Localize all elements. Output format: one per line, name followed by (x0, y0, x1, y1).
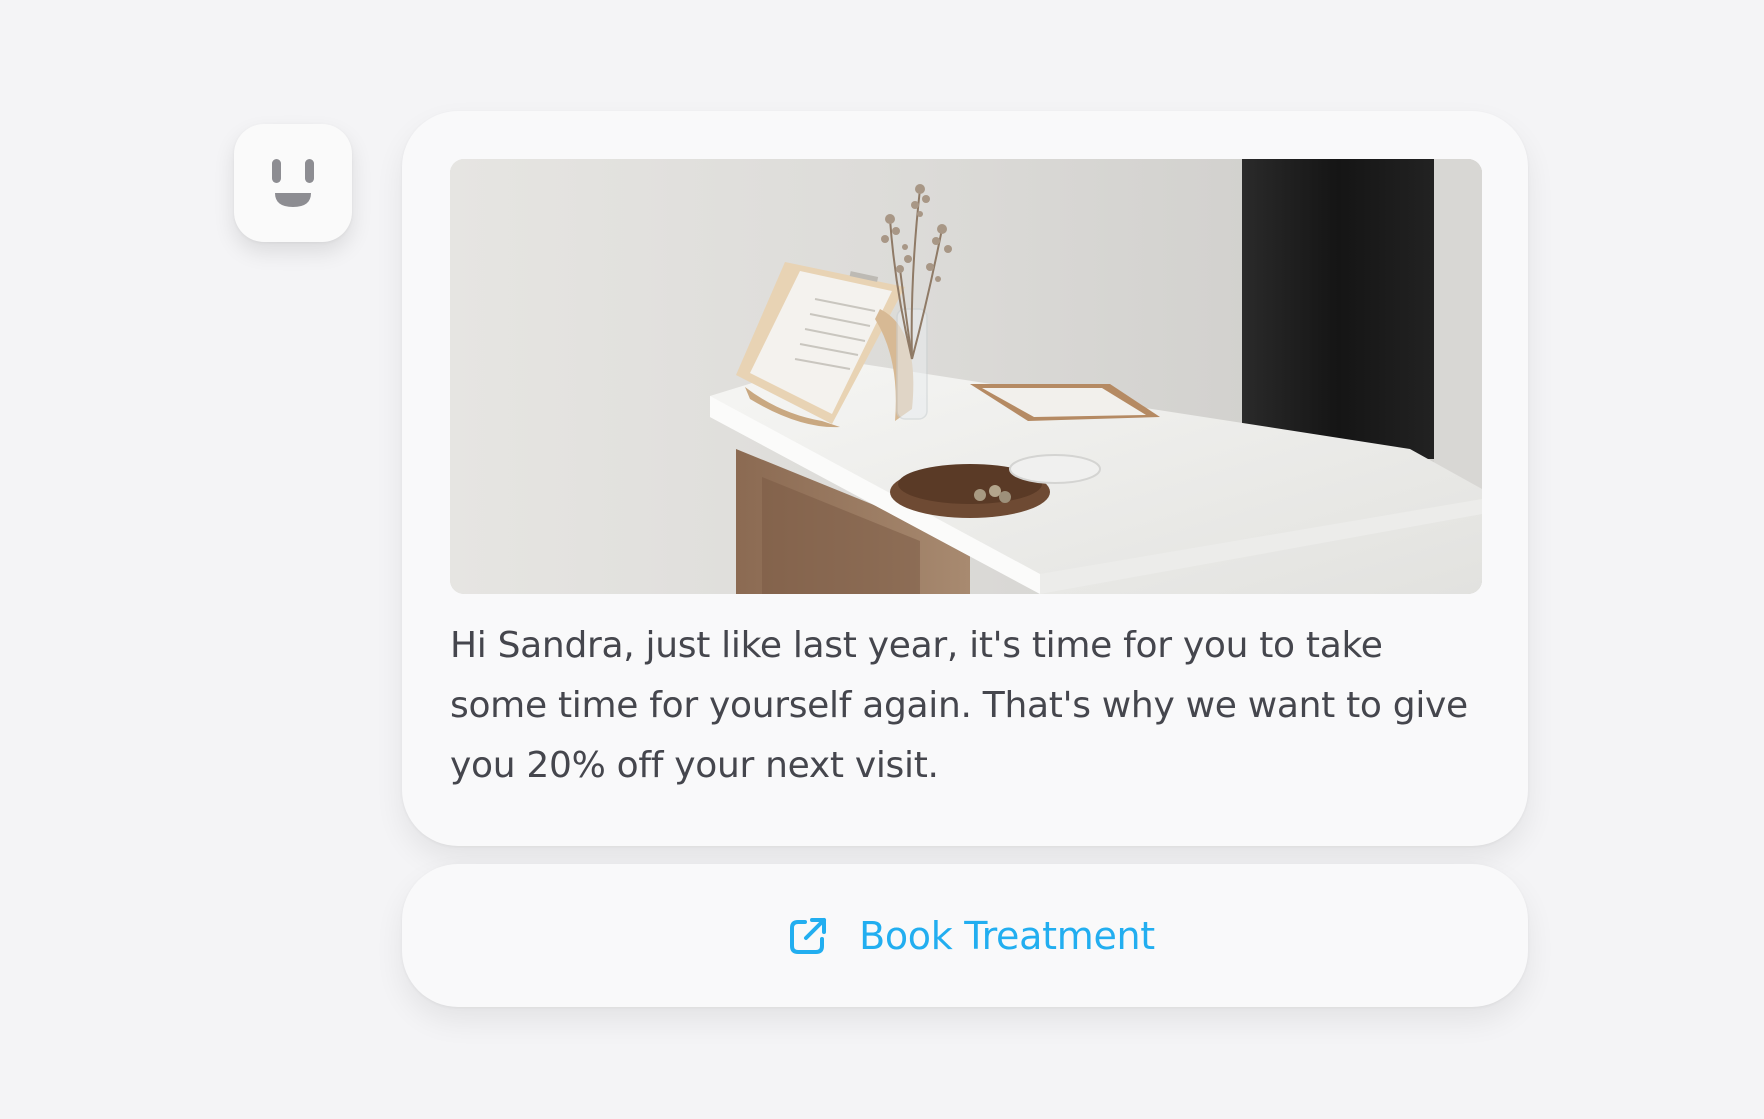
bot-avatar (234, 124, 352, 242)
book-treatment-label: Book Treatment (859, 913, 1155, 958)
reception-desk-photo (450, 159, 1482, 594)
smiley-face-icon (270, 157, 316, 209)
external-link-icon (787, 915, 829, 957)
book-treatment-content: Book Treatment (787, 914, 1155, 958)
book-treatment-button[interactable]: Book Treatment (402, 864, 1528, 1007)
message-card: Hi Sandra, just like last year, it's tim… (402, 111, 1528, 846)
message-text: Hi Sandra, just like last year, it's tim… (450, 625, 1468, 786)
